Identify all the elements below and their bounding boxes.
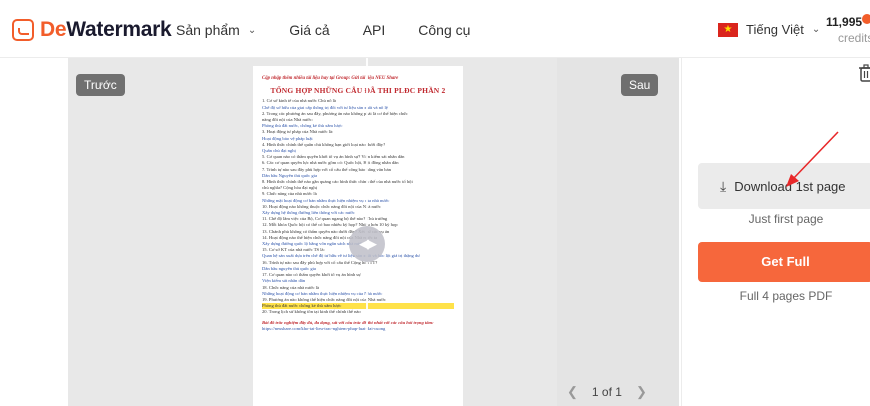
document-title: TỔNG HỢP NHỮNG CÂU ĐÃ THI PLĐC PHẦN 2 <box>270 86 446 96</box>
nav-products-label: Sản phẩm <box>176 22 240 38</box>
get-full-button[interactable]: Get Full <box>698 242 870 282</box>
download-icon: ⤓ <box>720 177 727 194</box>
page-indicator: 1 of 1 <box>591 385 622 399</box>
nav-tools-label: Công cụ <box>418 22 471 38</box>
logo[interactable]: DeWatermark <box>12 18 172 42</box>
download-first-page-button[interactable]: ⤓ Download 1st page <box>698 163 870 209</box>
after-badge: Sau <box>621 74 659 96</box>
compare-slider-handle-icon[interactable]: ◀▶ <box>349 226 385 262</box>
after-pane <box>557 58 679 406</box>
language-selector[interactable]: ★ Tiếng Việt ⌄ <box>718 22 820 37</box>
language-label: Tiếng Việt <box>746 22 804 37</box>
top-bar: DeWatermark Sản phẩm ⌄ Giá cả API Công cụ… <box>0 0 870 58</box>
trash-icon[interactable] <box>858 64 870 82</box>
credits-label: credits <box>838 31 870 45</box>
main-nav: Sản phẩm ⌄ Giá cả API Công cụ <box>176 22 503 38</box>
download-button-label: Download 1st page <box>734 178 846 194</box>
download-subtext: Just first page <box>748 212 824 226</box>
logo-text-rest: Watermark <box>66 18 172 41</box>
prev-page-icon[interactable]: ❮ <box>567 384 578 400</box>
nav-products[interactable]: Sản phẩm ⌄ <box>176 22 256 38</box>
credits-indicator-icon <box>862 14 870 24</box>
logo-text-accent: De <box>40 18 67 41</box>
nav-api-label: API <box>362 22 386 38</box>
before-badge: Trước <box>76 74 125 96</box>
next-page-icon[interactable]: ❯ <box>636 384 647 400</box>
vietnam-flag-icon: ★ <box>718 22 738 37</box>
nav-pricing-label: Giá cả <box>289 22 330 38</box>
document-line: 20. Trong lịch sử không tồn tại kinh thể… <box>262 309 361 315</box>
document-header-line: Cập nhập thêm nhiều tài liệu hay tại Gro… <box>262 76 399 81</box>
document-footer: Bài đồ trắc nghiệm đầy đủ, đa dạng, sát … <box>262 319 434 325</box>
get-full-subtext: Full 4 pages PDF <box>739 289 833 303</box>
compare-viewer: Trước Sau Cập nhập thêm nhiều tài liệu h… <box>68 58 679 406</box>
nav-pricing[interactable]: Giá cả <box>289 22 329 38</box>
chevron-down-icon: ⌄ <box>811 24 821 35</box>
page-navigator: ❮ 1 of 1 ❯ <box>553 384 661 400</box>
nav-api[interactable]: API <box>363 22 386 38</box>
chevron-down-icon: ⌄ <box>247 24 257 36</box>
logo-text: DeWatermark <box>40 18 172 42</box>
document-footer-link[interactable]: https://neushare.com/kho-tai-lieu-trac-n… <box>262 326 454 332</box>
action-panel: ⤓ Download 1st page Just first page Get … <box>681 58 870 406</box>
logo-icon <box>12 19 34 41</box>
document-lines: 1. Cơ sở kinh tế của nhà nước Chủ nô là C… <box>262 98 454 315</box>
nav-tools[interactable]: Công cụ <box>418 22 470 38</box>
